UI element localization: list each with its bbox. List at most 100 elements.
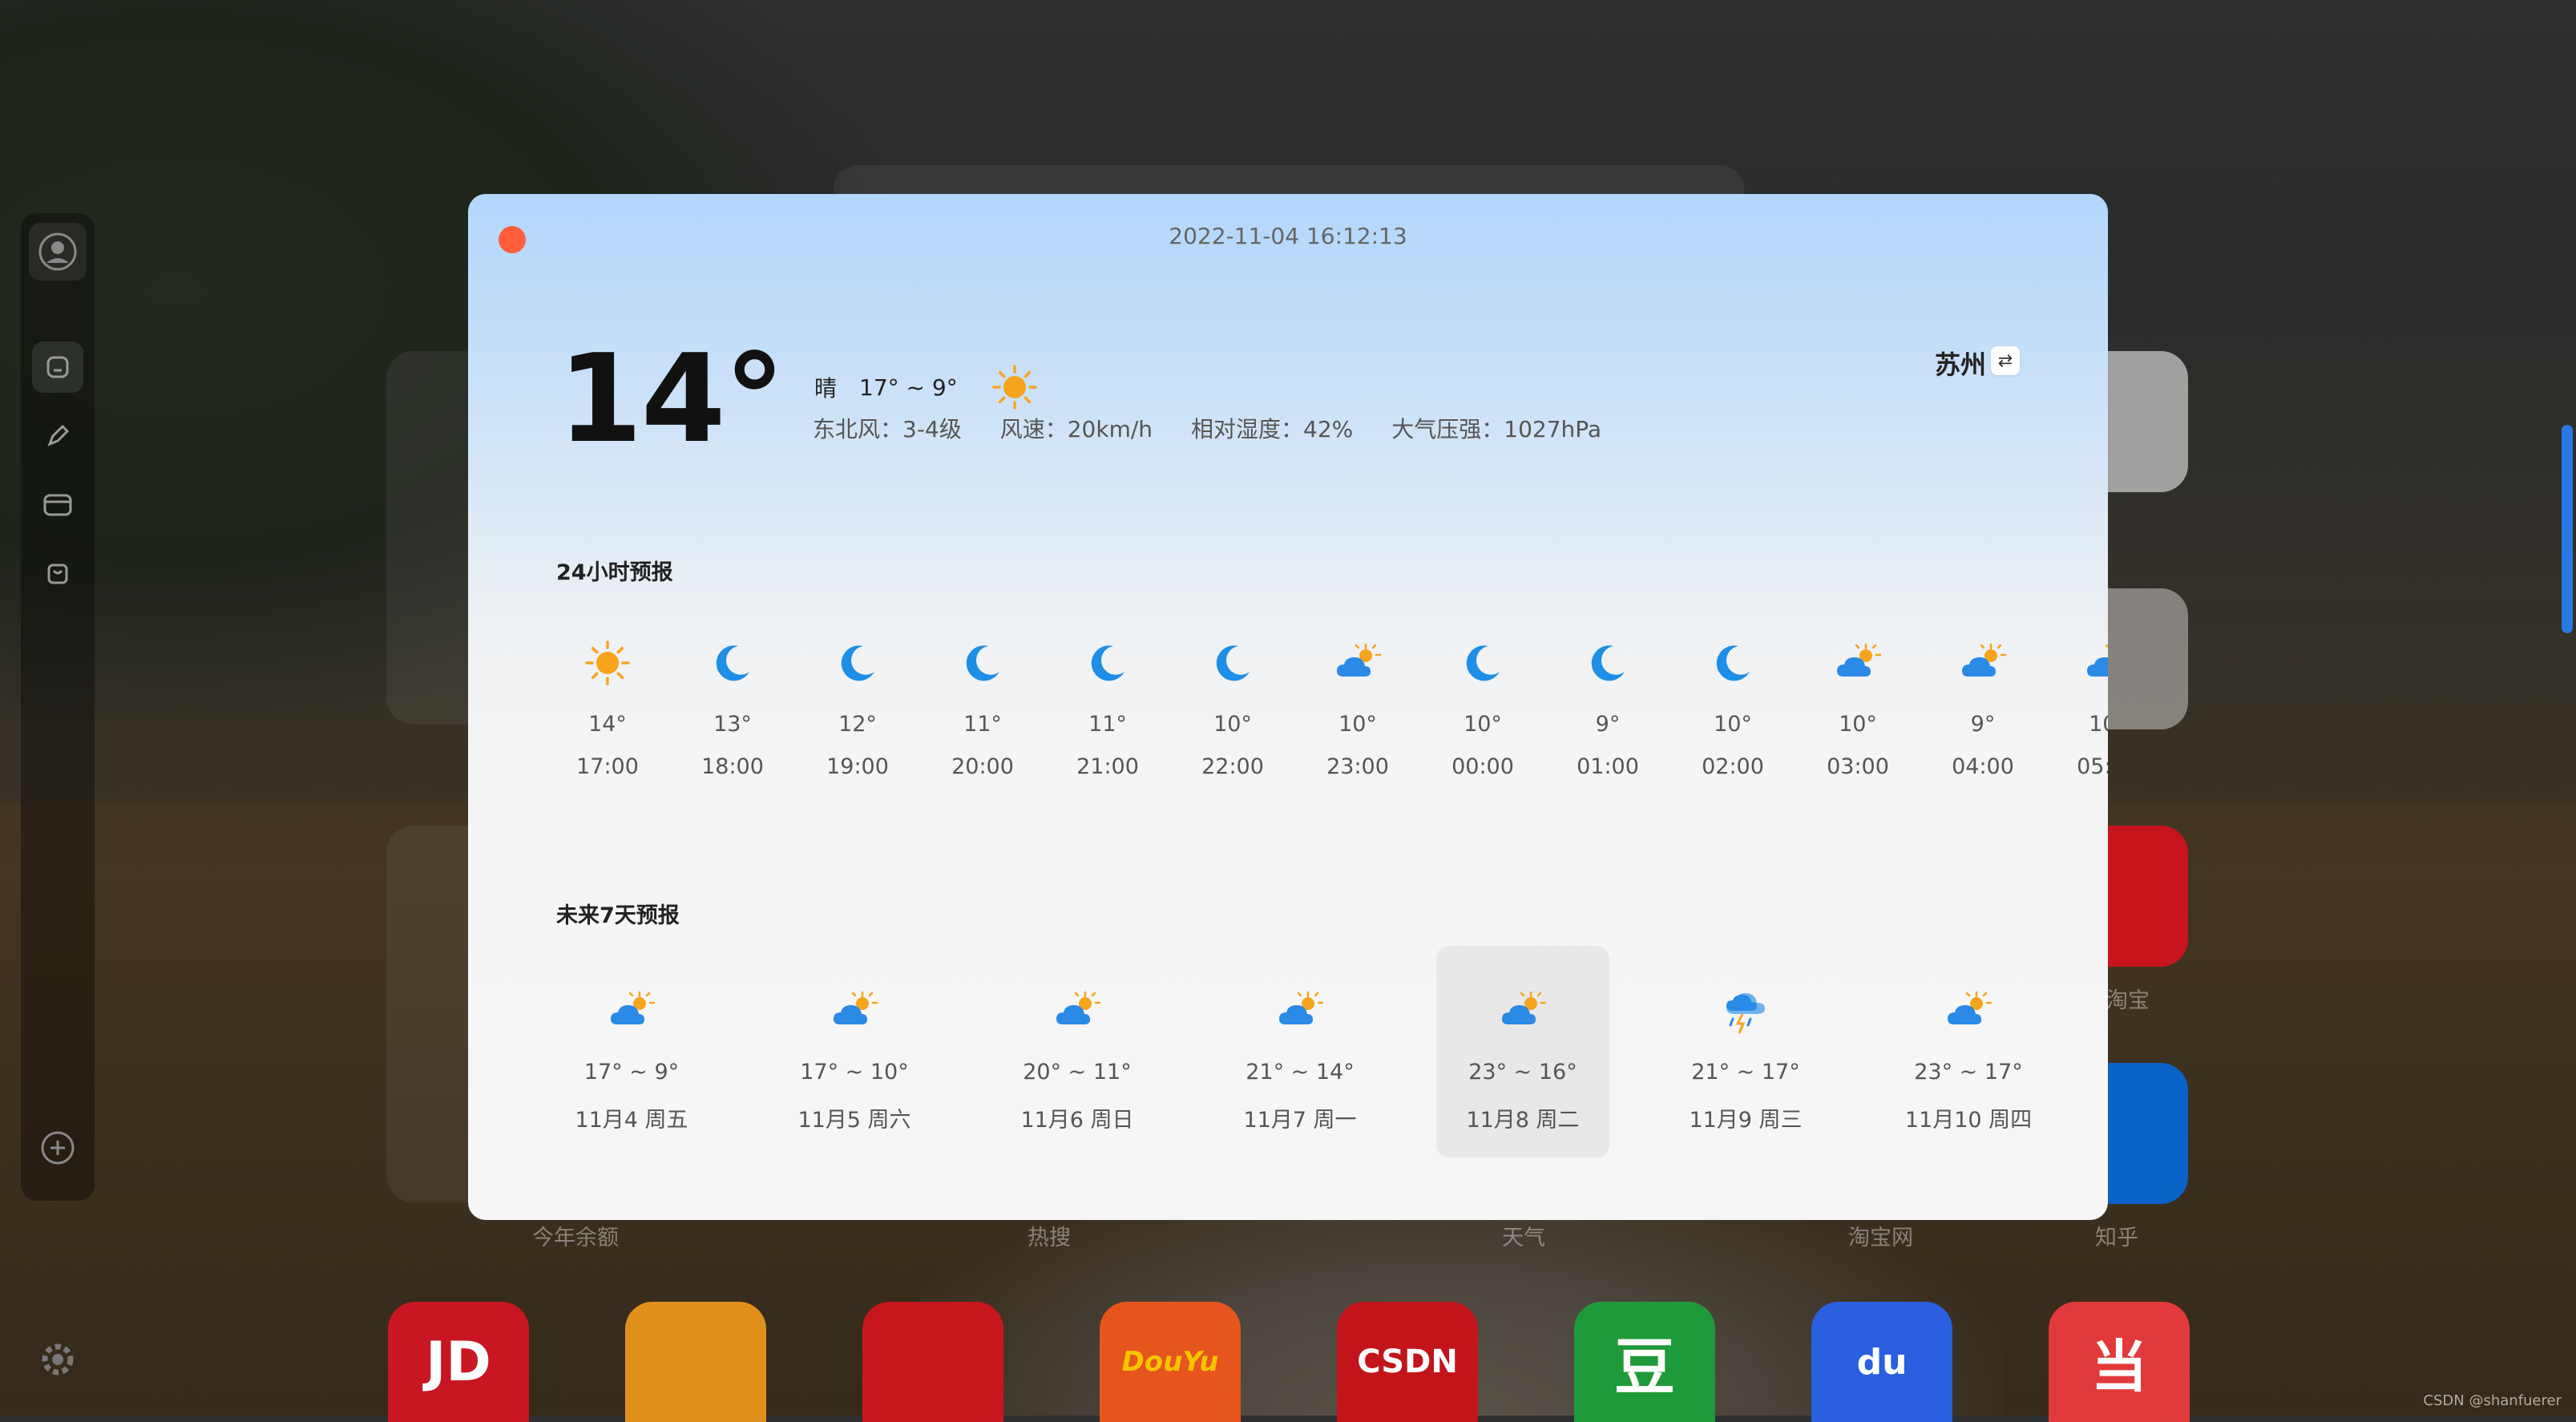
wind-direction: 东北风：3-4级 bbox=[813, 416, 962, 442]
hourly-temp: 10° bbox=[1714, 712, 1752, 737]
background-label: 知乎 bbox=[2095, 1226, 2138, 1250]
sidebar-item-home[interactable] bbox=[32, 341, 83, 393]
hourly-item: 10° 23:00 bbox=[1295, 635, 1420, 779]
hourly-temp: 10° bbox=[1213, 712, 1252, 737]
humidity: 相对湿度：42% bbox=[1191, 416, 1354, 442]
daily-forecast: 17° ~ 9° 11月4 周五 17° ~ 10° 11月5 周六 20° ~… bbox=[545, 946, 2068, 1162]
sidebar-item-shop[interactable] bbox=[32, 548, 83, 600]
hourly-time: 00:00 bbox=[1452, 754, 1514, 779]
daily-item[interactable]: 23° ~ 17° 11月10 周四 bbox=[1882, 946, 2055, 1157]
pressure: 大气压强：1027hPa bbox=[1391, 416, 1602, 442]
background-label: 淘宝网 bbox=[1848, 1226, 1913, 1250]
city-name: 苏州 bbox=[1934, 349, 1986, 380]
hourly-time: 21:00 bbox=[1076, 754, 1139, 779]
app-tile-csdn[interactable]: CSDN bbox=[1337, 1302, 1478, 1422]
sun-icon bbox=[585, 640, 630, 685]
moon-icon bbox=[966, 645, 999, 681]
thunderstorm-icon bbox=[1726, 993, 1765, 1034]
app-tile-douyu[interactable]: DouYu bbox=[1100, 1302, 1241, 1422]
page-scrollbar[interactable] bbox=[2562, 425, 2573, 633]
hourly-temp: 10° bbox=[2089, 712, 2108, 737]
hourly-temp: 9° bbox=[1595, 712, 1621, 737]
app-tile-weibo[interactable] bbox=[862, 1302, 1003, 1422]
daily-date: 11月7 周一 bbox=[1243, 1108, 1357, 1133]
hourly-icon bbox=[1920, 635, 2045, 691]
current-condition: 晴 17° ~ 9° bbox=[814, 364, 1038, 410]
weather-details: 东北风：3-4级 风速：20km/h 相对湿度：42% 大气压强：1027hPa bbox=[813, 412, 1640, 444]
switch-city-button[interactable]: ⇄ bbox=[1991, 346, 2020, 375]
moon-icon bbox=[1466, 645, 1500, 681]
app-tile-douban[interactable]: 豆 bbox=[1574, 1302, 1715, 1422]
hourly-temp: 11° bbox=[963, 712, 1002, 737]
hourly-item: 14° 17:00 bbox=[545, 635, 670, 779]
user-icon bbox=[38, 232, 77, 271]
partly-cloudy-icon bbox=[1056, 991, 1101, 1024]
hourly-icon bbox=[795, 635, 920, 691]
daily-icon bbox=[991, 983, 1164, 1039]
daily-icon bbox=[1659, 983, 1832, 1039]
hourly-temp: 13° bbox=[713, 712, 752, 737]
daily-icon bbox=[545, 983, 718, 1039]
app-tile-video[interactable] bbox=[625, 1302, 766, 1422]
hourly-temp: 14° bbox=[588, 712, 627, 737]
hourly-time: 04:00 bbox=[1952, 754, 2014, 779]
background-label: 淘宝 bbox=[2106, 988, 2150, 1013]
background-label: 今年余额 bbox=[532, 1226, 619, 1250]
condition-text: 晴 bbox=[814, 375, 838, 402]
hourly-icon bbox=[545, 635, 670, 691]
hourly-item: 9° 01:00 bbox=[1545, 635, 1670, 779]
hourly-time: 20:00 bbox=[951, 754, 1014, 779]
app-tile-jd[interactable]: JD bbox=[388, 1302, 529, 1422]
hourly-forecast-title: 24小时预报 bbox=[556, 560, 673, 585]
partly-cloudy-icon bbox=[1502, 991, 1547, 1024]
moon-icon bbox=[1216, 645, 1250, 681]
daily-item[interactable]: 23° ~ 16° 11月8 周二 bbox=[1436, 946, 1609, 1157]
hourly-item: 10° 05:00 bbox=[2045, 635, 2108, 779]
partly-cloudy-icon bbox=[1337, 643, 1382, 677]
daily-date: 11月5 周六 bbox=[797, 1108, 911, 1133]
daily-date: 11月9 周三 bbox=[1689, 1108, 1803, 1133]
sun-icon bbox=[991, 365, 1037, 410]
hourly-time: 17:00 bbox=[576, 754, 639, 779]
sidebar bbox=[21, 213, 95, 1201]
hourly-icon bbox=[1545, 635, 1670, 691]
home-icon bbox=[46, 356, 69, 378]
avatar[interactable] bbox=[29, 223, 87, 281]
hourly-time: 03:00 bbox=[1827, 754, 1889, 779]
daily-item[interactable]: 20° ~ 11° 11月6 周日 bbox=[991, 946, 1164, 1157]
daily-temp-range: 21° ~ 17° bbox=[1691, 1060, 1800, 1085]
daily-temp-range: 17° ~ 9° bbox=[583, 1060, 680, 1085]
daily-item[interactable]: 21° ~ 14° 11月7 周一 bbox=[1213, 946, 1387, 1157]
daily-icon bbox=[1882, 983, 2055, 1039]
background-label: 热搜 bbox=[1028, 1226, 1071, 1250]
hourly-temp: 12° bbox=[838, 712, 877, 737]
hourly-icon bbox=[1795, 635, 1920, 691]
hourly-icon bbox=[1670, 635, 1795, 691]
app-tile-baidu[interactable]: du bbox=[1811, 1302, 1952, 1422]
add-icon[interactable] bbox=[40, 1130, 75, 1165]
moon-icon bbox=[1716, 645, 1750, 681]
app-tile-dangdang[interactable]: 当 bbox=[2049, 1302, 2190, 1422]
daily-temp-range: 20° ~ 11° bbox=[1023, 1060, 1132, 1085]
pen-icon bbox=[47, 424, 70, 446]
partly-cloudy-icon bbox=[834, 991, 878, 1024]
sidebar-item-dev[interactable] bbox=[32, 479, 83, 531]
background-label: 天气 bbox=[1502, 1226, 1545, 1250]
hourly-icon bbox=[1420, 635, 1545, 691]
daily-date: 11月6 周日 bbox=[1020, 1108, 1134, 1133]
background-zhihu-tile bbox=[2108, 1063, 2188, 1204]
hourly-item: 10° 02:00 bbox=[1670, 635, 1795, 779]
daily-item[interactable]: 17° ~ 10° 11月5 周六 bbox=[768, 946, 941, 1157]
daily-temp-range: 23° ~ 16° bbox=[1468, 1060, 1577, 1085]
hourly-time: 05:00 bbox=[2077, 754, 2108, 779]
moon-icon bbox=[841, 645, 874, 681]
daily-item[interactable]: 21° ~ 17° 11月9 周三 bbox=[1659, 946, 1832, 1157]
gear-icon[interactable] bbox=[37, 1339, 79, 1380]
daily-temp-range: 17° ~ 10° bbox=[800, 1060, 909, 1085]
hourly-item: 10° 03:00 bbox=[1795, 635, 1920, 779]
daily-item[interactable]: 17° ~ 9° 11月4 周五 bbox=[545, 946, 718, 1157]
hourly-item: 11° 21:00 bbox=[1045, 635, 1170, 779]
hourly-icon bbox=[670, 635, 795, 691]
hourly-icon bbox=[2045, 635, 2108, 691]
sidebar-item-design[interactable] bbox=[32, 410, 83, 462]
